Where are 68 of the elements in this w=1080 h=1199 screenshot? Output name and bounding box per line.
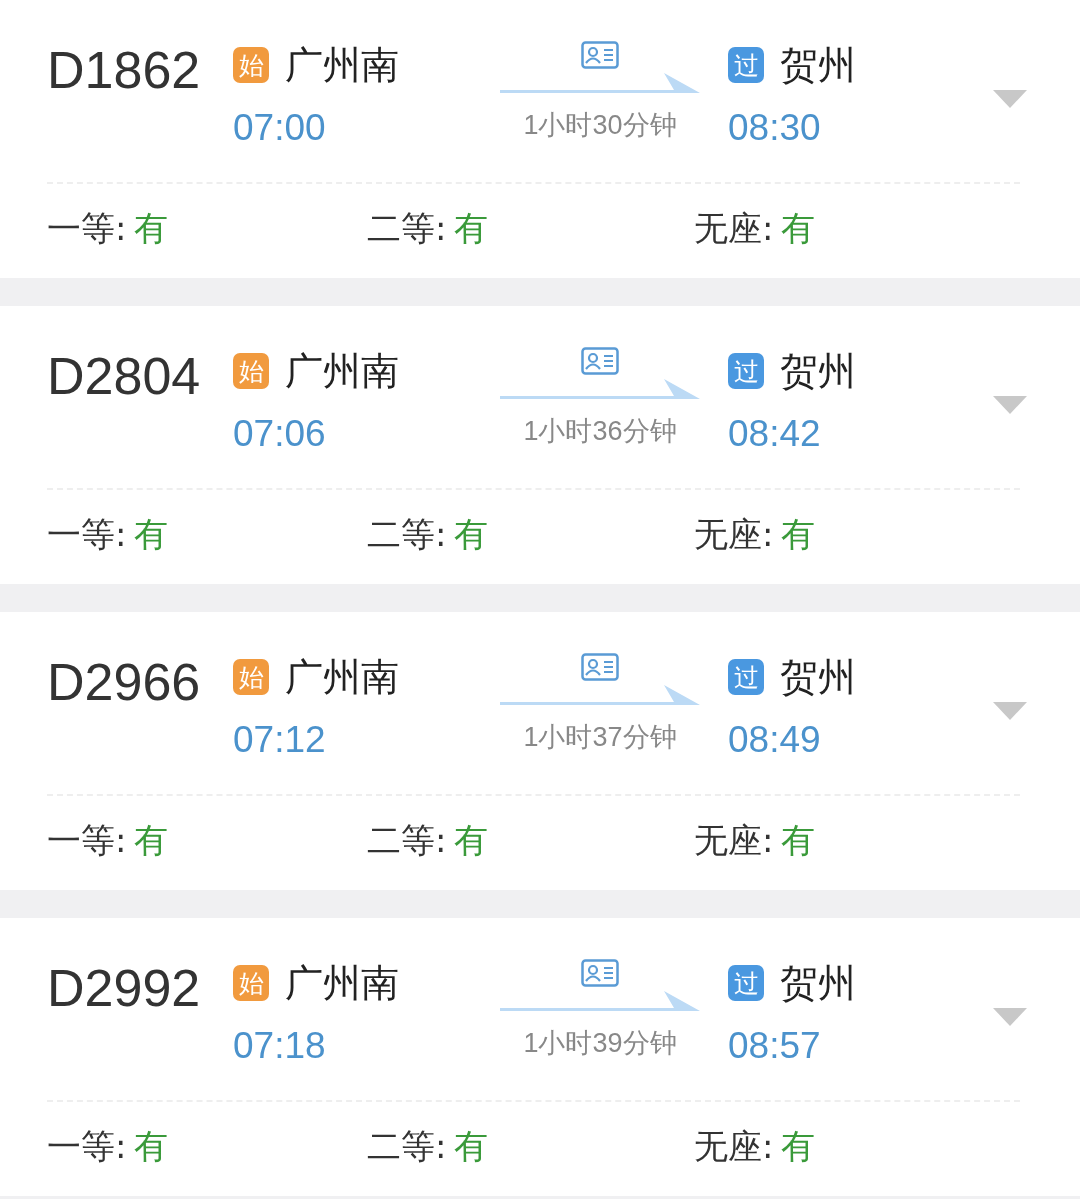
station-name: 广州南 (285, 959, 399, 1007)
departure-time: 07:18 (233, 1024, 327, 1068)
seat-class-label: 二等: (367, 1125, 447, 1168)
station-badge: 过 (728, 47, 764, 83)
train-card[interactable]: D1862 始 广州南 07:00 1小时30分钟 过 贺州 08:30 一等: 有 二等: 有 无座: 有 (0, 0, 1080, 278)
seat-class-label: 无座: (694, 207, 774, 250)
seat-availability: 有 (134, 207, 169, 250)
seat-availability: 有 (134, 513, 169, 556)
caret-icon[interactable] (993, 702, 1027, 720)
arrival-time: 08:42 (728, 412, 822, 456)
seat-class-label: 二等: (367, 819, 447, 862)
seat-class-label: 二等: (367, 207, 447, 250)
travel-duration: 1小时39分钟 (523, 1027, 677, 1060)
caret-icon[interactable] (993, 1008, 1027, 1026)
station-name: 广州南 (285, 41, 399, 89)
seat-availability: 有 (454, 819, 489, 862)
seat-availability: 有 (454, 1125, 489, 1168)
arrival-time: 08:57 (728, 1024, 822, 1068)
seat-class-label: 一等: (47, 513, 127, 556)
station-badge: 过 (728, 659, 764, 695)
station-name: 广州南 (285, 653, 399, 701)
seat-class-label: 一等: (47, 1125, 127, 1168)
seat-availability: 有 (781, 819, 816, 862)
train-card[interactable]: D2966 始 广州南 07:12 1小时37分钟 过 贺州 08:49 一等: 有 二等: 有 无座: 有 (0, 612, 1080, 890)
station-badge: 始 (233, 47, 269, 83)
departure-time: 07:00 (233, 106, 327, 150)
seat-class-label: 无座: (694, 513, 774, 556)
departure-time: 07:06 (233, 412, 327, 456)
train-number: D2992 (47, 958, 202, 1019)
caret-icon[interactable] (993, 396, 1027, 414)
id-card-icon (581, 653, 619, 681)
seat-class-label: 无座: (694, 1125, 774, 1168)
seat-class-label: 一等: (47, 819, 127, 862)
seat-availability: 有 (781, 1125, 816, 1168)
seat-availability: 有 (781, 207, 816, 250)
station-badge: 过 (728, 965, 764, 1001)
train-card[interactable]: D2992 始 广州南 07:18 1小时39分钟 过 贺州 08:57 一等: 有 二等: 有 无座: 有 (0, 918, 1080, 1196)
train-number: D2966 (47, 652, 202, 713)
station-name: 贺州 (780, 653, 856, 701)
caret-icon[interactable] (993, 90, 1027, 108)
seat-availability: 有 (134, 1125, 169, 1168)
station-badge: 始 (233, 659, 269, 695)
station-badge: 始 (233, 353, 269, 389)
seat-availability: 有 (454, 207, 489, 250)
travel-duration: 1小时30分钟 (523, 109, 677, 142)
station-name: 广州南 (285, 347, 399, 395)
arrival-time: 08:49 (728, 718, 822, 762)
seat-class-label: 无座: (694, 819, 774, 862)
seat-availability: 有 (134, 819, 169, 862)
train-number: D2804 (47, 346, 202, 407)
seat-class-label: 一等: (47, 207, 127, 250)
id-card-icon (581, 959, 619, 987)
station-name: 贺州 (780, 959, 856, 1007)
station-badge: 始 (233, 965, 269, 1001)
station-name: 贺州 (780, 347, 856, 395)
train-card[interactable]: D2804 始 广州南 07:06 1小时36分钟 过 贺州 08:42 一等: 有 二等: 有 无座: 有 (0, 306, 1080, 584)
travel-duration: 1小时37分钟 (523, 721, 677, 754)
id-card-icon (581, 347, 619, 375)
seat-availability: 有 (781, 513, 816, 556)
id-card-icon (581, 41, 619, 69)
train-number: D1862 (47, 40, 202, 101)
seat-class-label: 二等: (367, 513, 447, 556)
travel-duration: 1小时36分钟 (523, 415, 677, 448)
seat-availability: 有 (454, 513, 489, 556)
station-badge: 过 (728, 353, 764, 389)
arrival-time: 08:30 (728, 106, 822, 150)
departure-time: 07:12 (233, 718, 327, 762)
station-name: 贺州 (780, 41, 856, 89)
